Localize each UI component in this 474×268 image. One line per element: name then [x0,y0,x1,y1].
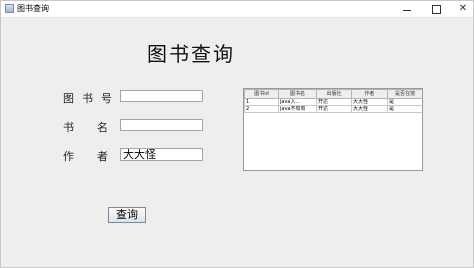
table-cell[interactable]: 是 [387,98,422,106]
results-table: 图书id 图书名 出版社 作者 是否在馆 1 java入... 开达 大大怪 是… [244,89,422,113]
query-button[interactable]: 查询 [108,207,146,223]
maximize-button[interactable] [422,1,450,17]
table-row[interactable]: 1 java入... 开达 大大怪 是 [244,98,422,106]
column-header[interactable]: 出版社 [316,89,352,99]
table-cell[interactable]: 开达 [316,105,352,113]
java-app-icon [5,4,14,13]
table-cell[interactable]: 1 [244,98,279,106]
minimize-icon [403,9,411,11]
close-button[interactable]: ✕ [449,1,474,17]
column-header[interactable]: 图书id [244,89,279,99]
table-header-row: 图书id 图书名 出版社 作者 是否在馆 [244,89,422,99]
book-name-label-char-2: 名 [97,121,108,134]
isbn-field[interactable] [120,90,203,102]
table-cell[interactable]: 大大怪 [351,98,388,106]
page-title: 图书查询 [147,42,235,66]
author-label-char-1: 作 [63,150,74,163]
table-cell[interactable]: 2 [244,105,279,113]
minimize-button[interactable] [393,1,421,17]
author-label-char-2: 者 [97,150,108,163]
isbn-label: 图书号 [63,92,120,105]
column-header[interactable]: 是否在馆 [387,89,422,99]
table-cell[interactable]: 开达 [316,98,352,106]
maximize-icon [431,4,441,14]
column-header[interactable]: 图书名 [278,89,317,99]
table-row[interactable]: 2 java不有有 开达 大大怪 是 [244,105,422,113]
app-window: 图书查询 ✕ 图书查询 图书号 书名 作者 大大怪 查询 图书id 图书名 出版… [0,0,474,268]
results-table-pane[interactable]: 图书id 图书名 出版社 作者 是否在馆 1 java入... 开达 大大怪 是… [243,88,423,171]
table-cell[interactable]: 大大怪 [351,105,388,113]
book-name-label: 书名 [63,119,108,135]
book-name-field[interactable] [120,119,203,131]
close-icon: ✕ [458,3,468,14]
window-title: 图书查询 [17,4,49,13]
author-label: 作者 [63,148,108,164]
title-bar: 图书查询 ✕ [1,1,473,18]
table-cell[interactable]: java不有有 [278,105,317,113]
column-header[interactable]: 作者 [351,89,388,99]
author-field[interactable]: 大大怪 [120,148,203,161]
table-cell[interactable]: java入... [278,98,317,106]
book-name-label-char-1: 书 [63,121,74,134]
table-cell[interactable]: 是 [387,105,422,113]
